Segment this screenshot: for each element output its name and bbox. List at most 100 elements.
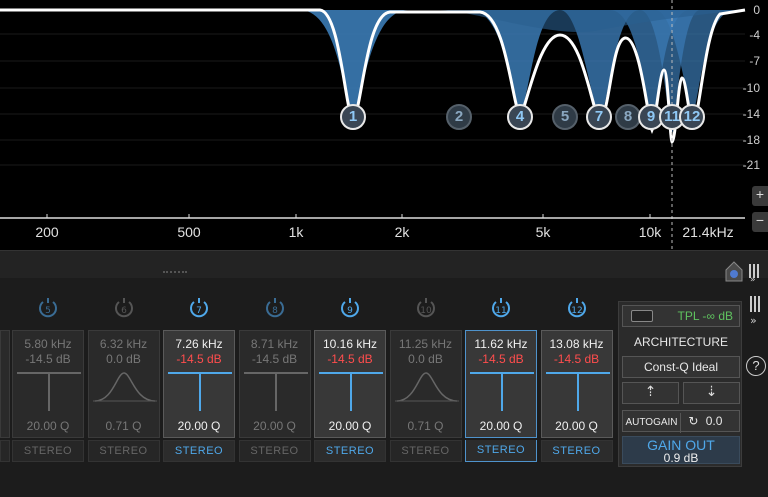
architecture-mode-select[interactable]: Const-Q Ideal [622, 356, 740, 378]
gain-out-value: 0.9 dB [663, 451, 699, 465]
stereo-mode-button[interactable]: STEREO [238, 440, 311, 462]
band-strip-9[interactable]: 10.16 kHz -14.5 dB 20.00 Q [314, 330, 386, 438]
svg-text:7: 7 [196, 306, 202, 316]
freq-tick-label: 2k [394, 224, 410, 240]
stereo-mode-button[interactable]: STEREO [540, 440, 613, 462]
band-power-icon[interactable]: 7 [188, 297, 210, 319]
band-strip-12[interactable]: 13.08 kHz -14.5 dB 20.00 Q [540, 330, 613, 438]
band-strip-11[interactable]: 11.62 kHz -14.5 dB 20.00 Q [465, 330, 537, 438]
band-frequency[interactable]: 11.25 kHz [391, 337, 461, 351]
band-node-label: 4 [515, 108, 525, 125]
band-node-label: 9 [646, 108, 656, 125]
band-gain[interactable]: -14.5 dB [315, 352, 385, 366]
band-strip-5[interactable]: 5.80 kHz -14.5 dB 20.00 Q [12, 330, 84, 438]
stereo-mode-button[interactable]: STEREO [12, 440, 84, 462]
svg-text:»: » [750, 314, 757, 326]
freq-tick-label: 21.4kHz [682, 224, 734, 240]
db-tick-label: 0 [753, 3, 760, 17]
band-node-5[interactable]: 5 [552, 104, 578, 130]
tpl-readout: TPL -∞ dB [677, 309, 733, 323]
band-power-icon[interactable]: 10 [415, 297, 437, 319]
stereo-mode-button[interactable]: STEREO [389, 440, 462, 462]
band-gain[interactable]: -14.5 dB [240, 352, 310, 366]
band-strip-partial[interactable] [0, 330, 10, 438]
band-power-icon[interactable]: 5 [37, 297, 59, 319]
freq-tick-label: 200 [35, 224, 59, 240]
band-frequency[interactable]: 13.08 kHz [542, 337, 612, 351]
db-tick-label: -18 [742, 133, 760, 147]
band-node-1[interactable]: 1 [340, 104, 366, 130]
band-gain[interactable]: -14.5 dB [13, 352, 83, 366]
band-node-2[interactable]: 2 [446, 104, 472, 130]
resize-grip[interactable] [163, 271, 187, 277]
svg-text:5: 5 [45, 306, 51, 316]
band-power-icon[interactable]: 6 [113, 297, 135, 319]
band-q[interactable]: 20.00 Q [542, 419, 612, 433]
band-node-label: 8 [623, 108, 633, 125]
phase-up-icon[interactable]: ⇡ [622, 382, 679, 404]
architecture-label: ARCHITECTURE [622, 332, 740, 352]
expand-icon[interactable]: » [748, 294, 764, 327]
band-frequency[interactable]: 5.80 kHz [13, 337, 83, 351]
stereo-mode-button[interactable]: STEREO [465, 440, 537, 462]
band-power-icon[interactable]: 12 [566, 297, 588, 319]
band-strip-7[interactable]: 7.26 kHz -14.5 dB 20.00 Q [163, 330, 235, 438]
band-q[interactable]: 20.00 Q [466, 419, 536, 433]
band-node-12[interactable]: 12 [679, 104, 705, 130]
band-node-4[interactable]: 4 [507, 104, 533, 130]
band-node-label: 1 [348, 108, 358, 125]
band-frequency[interactable]: 6.32 kHz [89, 337, 159, 351]
band-frequency[interactable]: 11.62 kHz [466, 337, 536, 351]
band-shape-icon [470, 372, 534, 411]
band-power-icon[interactable]: 9 [339, 297, 361, 319]
band-q[interactable]: 0.71 Q [89, 419, 159, 433]
stereo-mode-button[interactable]: STEREO [163, 440, 235, 462]
reset-icon[interactable]: ↻ [688, 414, 698, 428]
gain-out-label: GAIN OUT [647, 437, 715, 453]
band-q[interactable]: 20.00 Q [315, 419, 385, 433]
band-node-label: 7 [594, 108, 604, 125]
eq-graph[interactable]: 0 -4 -7 -10 -14 -18 -21 200 500 1k 2k 5k… [0, 0, 768, 250]
meter-icon[interactable]: » [748, 260, 762, 285]
svg-text:8: 8 [272, 306, 278, 316]
band-power-icon[interactable]: 8 [264, 297, 286, 319]
band-power-icon[interactable]: 11 [490, 297, 512, 319]
panel-header [0, 250, 768, 278]
stereo-mode-button[interactable]: STEREO [314, 440, 386, 462]
db-tick-label: -10 [742, 81, 760, 95]
band-frequency[interactable]: 8.71 kHz [240, 337, 310, 351]
tpl-meter[interactable]: TPL -∞ dB [622, 305, 740, 327]
phase-down-icon[interactable]: ⇣ [683, 382, 740, 404]
output-controls: TPL -∞ dB ARCHITECTURE Const-Q Ideal ⇡ ⇣… [618, 301, 742, 467]
band-q[interactable]: 0.71 Q [391, 419, 461, 433]
gain-out-knob[interactable]: GAIN OUT 0.9 dB [622, 436, 740, 464]
band-strip-6[interactable]: 6.32 kHz 0.0 dB 0.71 Q [87, 330, 160, 438]
band-gain[interactable]: 0.0 dB [391, 352, 461, 366]
stereo-button-partial[interactable] [0, 440, 10, 462]
band-node-7[interactable]: 7 [586, 104, 612, 130]
band-frequency[interactable]: 7.26 kHz [164, 337, 234, 351]
home-icon[interactable] [725, 260, 743, 282]
band-strip-8[interactable]: 8.71 kHz -14.5 dB 20.00 Q [238, 330, 311, 438]
toggle-switch-icon[interactable] [631, 310, 653, 322]
svg-text:6: 6 [121, 306, 127, 316]
band-gain[interactable]: -14.5 dB [164, 352, 234, 366]
band-frequency[interactable]: 10.16 kHz [315, 337, 385, 351]
help-button[interactable]: ? [746, 356, 766, 376]
band-node-label: 12 [683, 108, 701, 125]
band-gain[interactable]: -14.5 dB [466, 352, 536, 366]
band-node-label: 2 [454, 108, 464, 125]
freq-tick-label: 1k [288, 224, 304, 240]
zoom-out-button[interactable]: − [752, 212, 768, 232]
band-strip-10[interactable]: 11.25 kHz 0.0 dB 0.71 Q [389, 330, 462, 438]
band-q[interactable]: 20.00 Q [164, 419, 234, 433]
freq-tick-label: 10k [638, 224, 662, 240]
band-q[interactable]: 20.00 Q [13, 419, 83, 433]
band-q[interactable]: 20.00 Q [240, 419, 310, 433]
stereo-mode-button[interactable]: STEREO [87, 440, 160, 462]
band-gain[interactable]: -14.5 dB [542, 352, 612, 366]
zoom-in-button[interactable]: + [752, 186, 768, 206]
autogain-button[interactable]: AUTOGAIN [623, 413, 681, 433]
band-gain[interactable]: 0.0 dB [89, 352, 159, 366]
svg-text:9: 9 [347, 306, 353, 316]
